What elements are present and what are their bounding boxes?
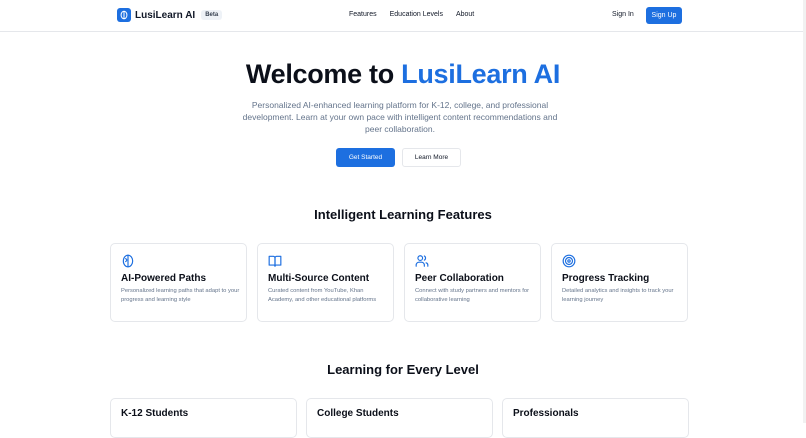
feature-description: Connect with study partners and mentors … [415,288,530,303]
nav-link-features[interactable]: Features [349,11,377,18]
brand[interactable]: LusiLearn AI Beta [117,8,223,22]
feature-title: Multi-Source Content [268,273,370,284]
level-card-college[interactable]: College Students [306,398,493,438]
feature-card-ai-paths: AI-Powered Paths Personalized learning p… [110,243,247,322]
sign-up-button[interactable]: Sign Up [646,7,682,24]
target-icon [562,254,576,268]
hero-title-accent: LusiLearn AI [401,59,561,89]
feature-description: Personalized learning paths that adapt t… [121,288,240,303]
get-started-button[interactable]: Get Started [336,148,395,167]
learn-more-button[interactable]: Learn More [402,148,461,167]
feature-card-multi-source: Multi-Source Content Curated content fro… [257,243,394,322]
nav-link-about[interactable]: About [456,11,474,18]
brain-icon [121,254,135,268]
level-card-professionals[interactable]: Professionals [502,398,689,438]
beta-badge: Beta [201,10,223,20]
feature-card-progress-tracking: Progress Tracking Detailed analytics and… [551,243,688,322]
brand-name: LusiLearn AI [135,9,196,21]
levels-heading: Learning for Every Level [327,362,479,377]
sign-in-link[interactable]: Sign In [612,11,634,18]
feature-description: Curated content from YouTube, Khan Acade… [268,288,377,303]
hero-title: Welcome to LusiLearn AI [0,59,806,90]
hero-title-prefix: Welcome to [245,59,402,89]
users-icon [415,254,429,268]
level-card-k12[interactable]: K-12 Students [110,398,297,438]
feature-card-peer-collaboration: Peer Collaboration Connect with study pa… [404,243,541,322]
feature-title: Peer Collaboration [415,273,504,284]
nav-link-education-levels[interactable]: Education Levels [390,11,443,18]
nav-links: Features Education Levels About [349,11,474,18]
feature-title: Progress Tracking [562,273,650,284]
book-icon [268,254,282,268]
hero-description: Personalized AI-enhanced learning platfo… [242,100,558,134]
brain-logo-icon [117,8,131,22]
top-nav: LusiLearn AI Beta Features Education Lev… [0,0,806,32]
feature-title: AI-Powered Paths [121,273,207,284]
level-title: Professionals [513,408,579,419]
features-heading: Intelligent Learning Features [314,207,492,222]
feature-description: Detailed analytics and insights to track… [562,288,674,303]
level-title: College Students [317,408,399,419]
level-title: K-12 Students [121,408,189,419]
